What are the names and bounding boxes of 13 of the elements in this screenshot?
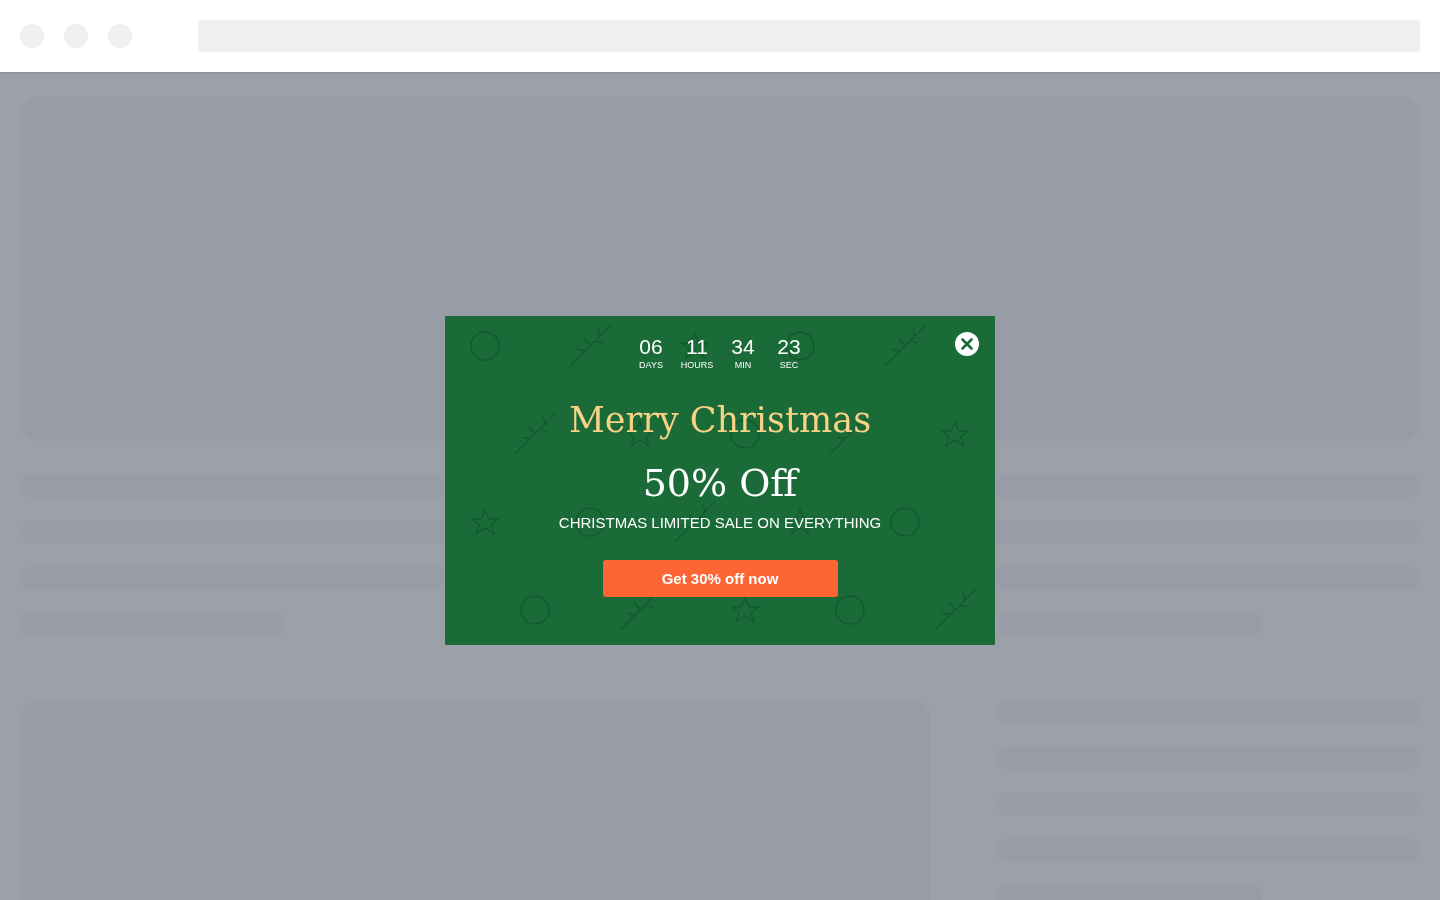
countdown-label: SEC	[779, 359, 799, 371]
countdown-value: 06	[639, 335, 663, 359]
offer-button[interactable]: Get 30% off now	[602, 560, 838, 597]
countdown-value: 23	[777, 335, 801, 359]
countdown-label: MIN	[734, 359, 752, 371]
countdown-value: 11	[686, 335, 708, 359]
countdown-value: 34	[731, 335, 755, 359]
popup-subtitle: CHRISTMAS LIMITED SALE ON EVERYTHING	[558, 514, 882, 532]
popup-title: Merry Christmas	[568, 399, 872, 442]
countdown-label: DAYS	[639, 359, 663, 371]
discount-text: 50% Off	[642, 460, 798, 506]
close-icon[interactable]	[955, 332, 979, 356]
countdown-label: HOURS	[680, 359, 714, 371]
